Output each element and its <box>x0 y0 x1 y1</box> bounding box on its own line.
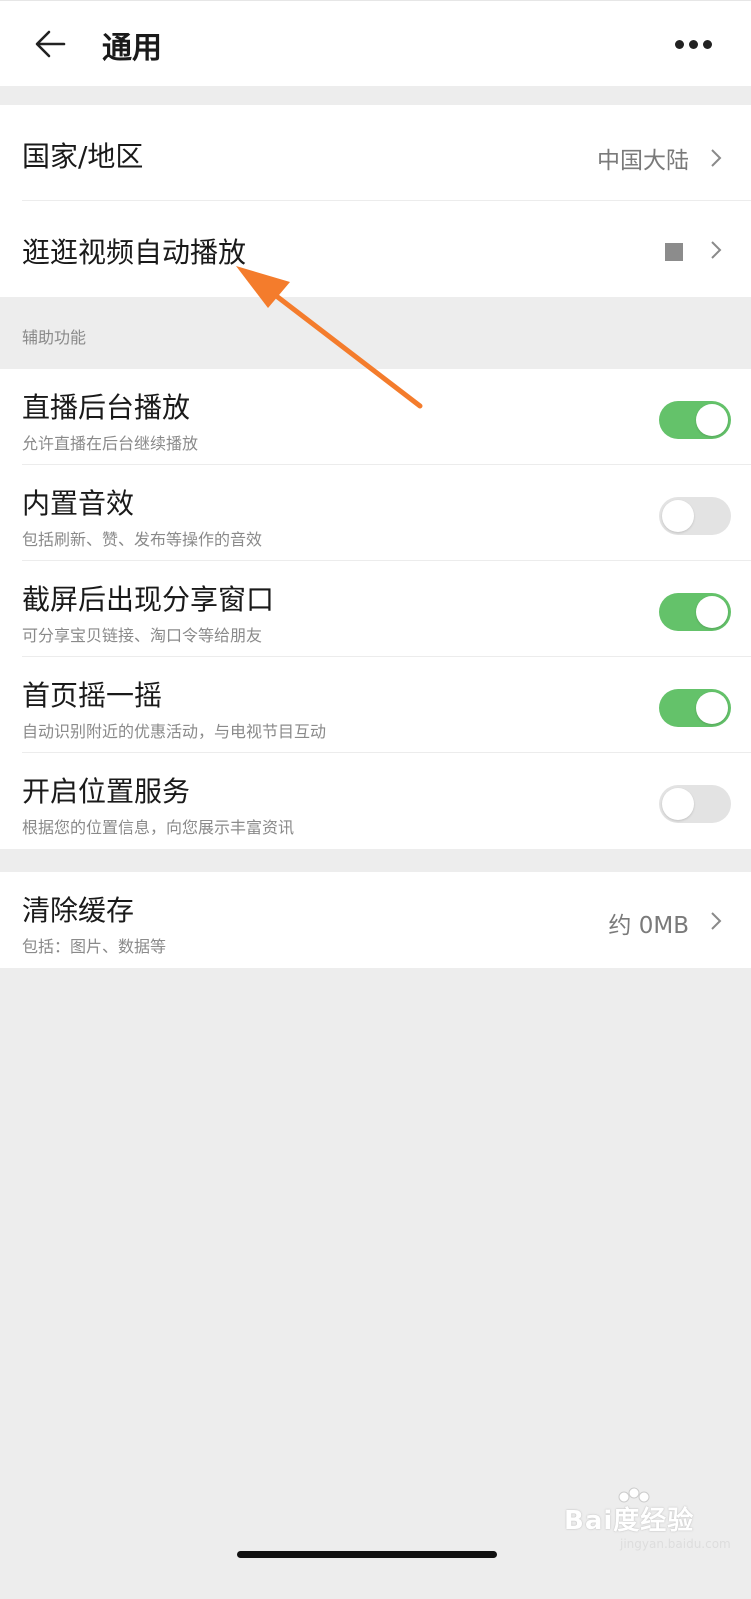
watermark-domain: jingyan.baidu.com <box>620 1537 731 1551</box>
annotation-arrow-icon <box>236 266 423 409</box>
watermark-brand: Bai度经验 <box>564 1506 695 1536</box>
home-indicator[interactable] <box>237 1551 497 1558</box>
